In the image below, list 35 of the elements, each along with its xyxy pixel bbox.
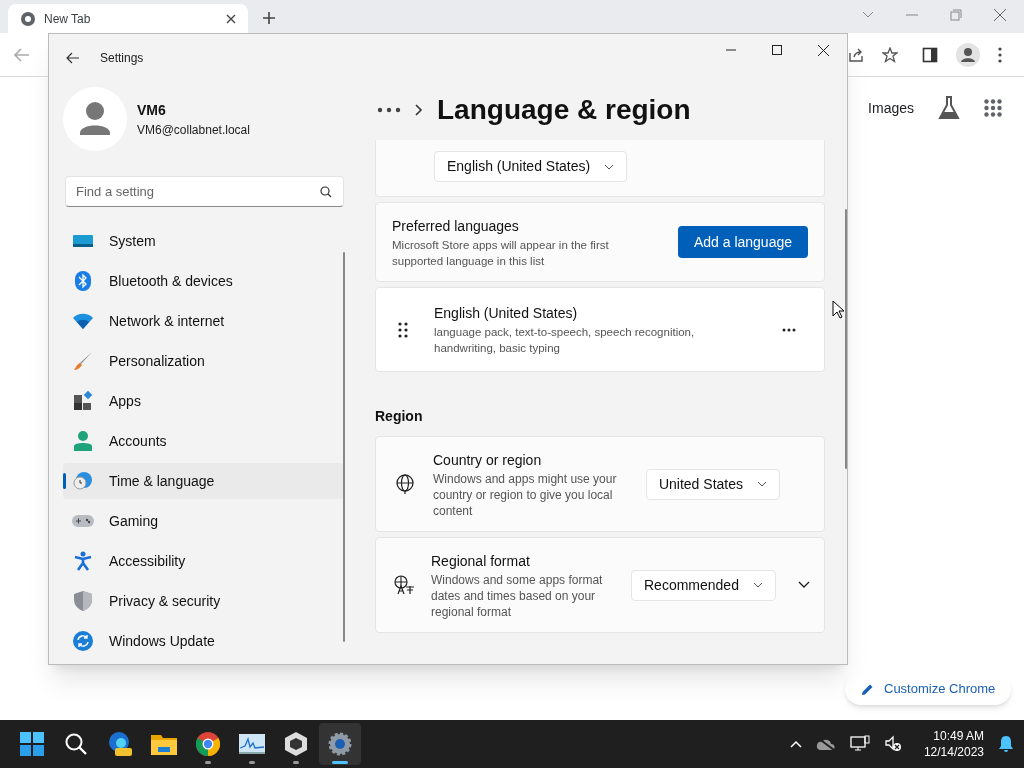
- language-name: English (United States): [434, 304, 579, 323]
- customize-chrome-button[interactable]: Customize Chrome: [845, 673, 1012, 705]
- clock-time[interactable]: 10:49 AM: [933, 728, 984, 744]
- nav-item[interactable]: Network & internet: [63, 303, 344, 339]
- images-link[interactable]: Images: [868, 97, 914, 119]
- tab-title: New Tab: [44, 10, 92, 28]
- nav-item[interactable]: Accounts: [63, 423, 344, 459]
- setting-title: Country or region: [433, 450, 543, 470]
- search-field[interactable]: Find a setting: [65, 176, 344, 207]
- browser-tab[interactable]: New Tab: [8, 4, 248, 33]
- nav-item[interactable]: Privacy & security: [63, 583, 344, 619]
- nav-item[interactable]: Apps: [63, 383, 344, 419]
- user-name: VM6: [137, 100, 167, 120]
- section-heading: Region: [375, 407, 424, 426]
- card-description: Microsoft Store apps will appear in the first supported language in this list: [392, 237, 610, 269]
- window-title: Settings: [100, 50, 144, 67]
- dropdown[interactable]: United States: [645, 468, 780, 500]
- nav-item[interactable]: Personalization: [63, 343, 344, 379]
- setting-title: Regional format: [431, 551, 531, 571]
- add-language-button[interactable]: Add a language: [677, 226, 808, 258]
- nav-item[interactable]: Time & language: [63, 463, 344, 499]
- setting-description: Windows and apps might use your country or region to give you local content: [433, 470, 618, 519]
- setting-description: Windows and some apps format dates and times based on your regional format: [431, 571, 604, 620]
- nav-item[interactable]: Gaming: [63, 503, 344, 539]
- user-email: VM6@collabnet.local: [137, 121, 250, 139]
- language-dropdown[interactable]: English (United States): [434, 151, 628, 182]
- card-title: Preferred languages: [392, 216, 520, 236]
- clock-date[interactable]: 12/14/2023: [923, 744, 984, 760]
- nav-item[interactable]: Windows Update: [63, 623, 344, 659]
- dropdown[interactable]: Recommended: [631, 569, 776, 601]
- nav-item[interactable]: System: [63, 223, 344, 259]
- page-title: Language & region: [437, 93, 691, 127]
- language-features: language pack, text-to-speech, speech recognition, handwriting, basic typing: [434, 325, 696, 356]
- nav-item[interactable]: Accessibility: [63, 543, 344, 579]
- nav-item[interactable]: Bluetooth & devices: [63, 263, 344, 299]
